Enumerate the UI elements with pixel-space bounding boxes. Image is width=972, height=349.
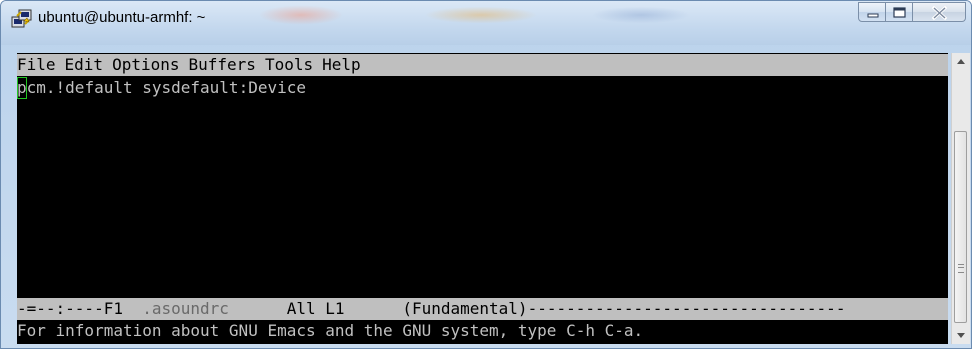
buffer-line-text: cm.!default sysdefault:Device (26, 78, 306, 97)
close-icon (931, 5, 948, 21)
menu-edit[interactable]: Edit (65, 55, 104, 74)
buffer-text-line[interactable]: pcm.!default sysdefault:Device (17, 77, 948, 99)
menu-options[interactable]: Options (112, 55, 179, 74)
menu-buffers[interactable]: Buffers (189, 55, 256, 74)
emacs-menu-bar: File Edit Options Buffers Tools Help (17, 54, 948, 76)
scrollbar-thumb[interactable] (954, 131, 967, 323)
menu-file[interactable]: File (17, 55, 56, 74)
close-button[interactable] (913, 2, 966, 22)
scroll-up-button[interactable] (952, 53, 970, 71)
window-controls (826, 2, 966, 24)
maximize-icon (893, 7, 906, 18)
modeline-filler: --------------------------------- (527, 299, 846, 318)
modeline-major-mode: (Fundamental) (402, 299, 528, 318)
minimize-icon (867, 13, 879, 18)
echo-area: For information about GNU Emacs and the … (17, 321, 644, 340)
putty-terminal-icon[interactable] (11, 8, 33, 30)
modeline-prefix: -=--:----F1 (17, 299, 123, 318)
emacs-mode-line: -=--:----F1 .asoundrc All L1 (Fundamenta… (17, 298, 948, 320)
terminal-screen[interactable]: File Edit Options Buffers Tools Help pcm.!def… (17, 53, 948, 344)
modeline-position: All L1 (286, 299, 345, 318)
title-bar[interactable]: ubuntu@ubuntu-armhf: ~ (1, 1, 971, 45)
terminal-window: ubuntu@ubuntu-armhf: ~ File Edit Options… (0, 0, 972, 349)
scroll-down-button[interactable] (952, 326, 970, 344)
scrollbar-grip-icon (958, 264, 964, 273)
maximize-button[interactable] (886, 2, 913, 22)
vertical-scrollbar[interactable] (951, 53, 970, 344)
scroll-down-icon (957, 333, 965, 338)
text-cursor: p (17, 77, 27, 99)
minimize-button[interactable] (858, 2, 886, 22)
modeline-buffer-name: .asoundrc (142, 299, 229, 318)
menu-tools[interactable]: Tools (265, 55, 313, 74)
scroll-up-icon (957, 59, 965, 64)
window-title: ubuntu@ubuntu-armhf: ~ (38, 9, 206, 26)
menu-help[interactable]: Help (322, 55, 361, 74)
